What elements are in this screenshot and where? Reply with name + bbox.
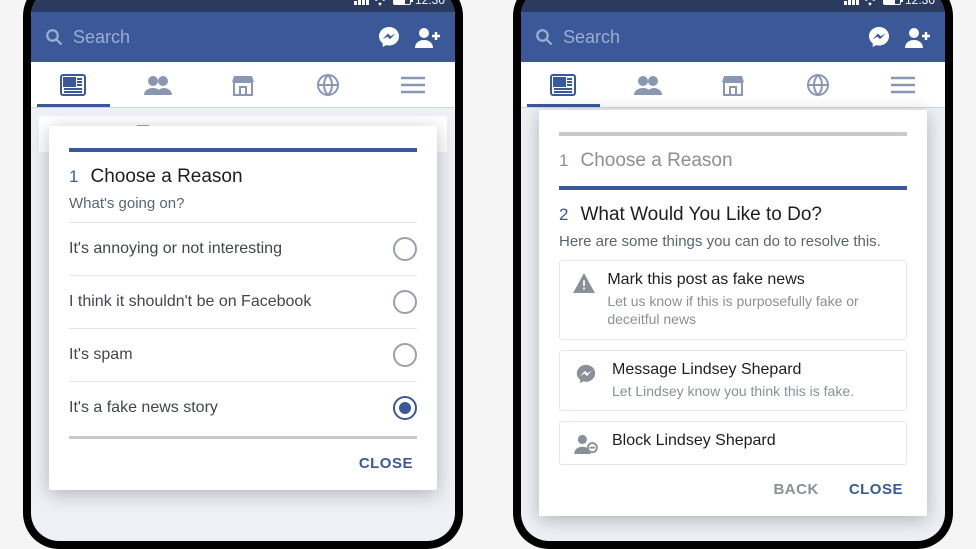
action-subtitle: Let Lindsey know you think this is fake. (612, 382, 854, 400)
wifi-icon (863, 0, 877, 6)
step1-title: Choose a Reason (580, 150, 732, 172)
battery-icon (883, 0, 901, 5)
close-button[interactable]: CLOSE (849, 481, 903, 498)
clock: 12:30 (415, 0, 445, 7)
phone-right: 12:30 Search 1 Choose a Reason (513, 0, 953, 549)
reason-option[interactable]: I think it shouldn't be on Facebook (69, 275, 417, 328)
status-bar: 12:30 (521, 0, 945, 12)
messenger-icon[interactable] (867, 25, 891, 49)
screen: 12:30 Search 1 Choose a Reason (521, 0, 945, 541)
radio-icon (393, 343, 417, 367)
warning-icon (572, 271, 595, 328)
step1-indicator (69, 148, 417, 152)
reason-option[interactable]: It's annoying or not interesting (69, 222, 417, 275)
reason-option[interactable]: It's a fake news story (69, 381, 417, 434)
step2-indicator (559, 186, 907, 190)
messenger-icon (572, 361, 600, 400)
screen: 12:30 Search Like Comment Share 1 (31, 0, 455, 541)
search-field[interactable]: Search (535, 27, 853, 48)
tab-friends[interactable] (116, 62, 201, 107)
search-icon (45, 28, 63, 46)
reason-option[interactable]: It's spam (69, 328, 417, 381)
tab-menu[interactable] (370, 62, 455, 107)
radio-icon (393, 237, 417, 261)
friend-add-icon[interactable] (415, 26, 441, 48)
step1-title: Choose a Reason (90, 166, 242, 188)
action-subtitle: Let us know if this is purposefully fake… (607, 292, 894, 328)
back-button[interactable]: BACK (773, 481, 818, 498)
wifi-icon (373, 0, 387, 6)
tab-marketplace[interactable] (201, 62, 286, 107)
action-message-user[interactable]: Message Lindsey Shepard Let Lindsey know… (559, 350, 907, 411)
reason-label: It's spam (69, 346, 133, 364)
status-bar: 12:30 (31, 0, 455, 12)
action-title: Mark this post as fake news (607, 271, 894, 289)
step1-subtitle: What's going on? (69, 194, 417, 214)
block-user-icon (572, 432, 600, 454)
signal-icon (844, 0, 859, 5)
search-field[interactable]: Search (45, 27, 363, 48)
tab-notifications[interactable] (775, 62, 860, 107)
friend-add-icon[interactable] (905, 26, 931, 48)
step1-indicator-done (559, 132, 907, 136)
tab-feed[interactable] (521, 62, 606, 107)
fb-header: Search (521, 12, 945, 62)
tab-bar (31, 62, 455, 108)
step2-title: What Would You Like to Do? (580, 204, 822, 226)
step2-number: 2 (559, 205, 568, 225)
tab-friends[interactable] (606, 62, 691, 107)
report-modal-step1: 1 Choose a Reason What's going on? It's … (49, 126, 437, 490)
action-title: Block Lindsey Shepard (612, 432, 776, 450)
action-mark-fake-news[interactable]: Mark this post as fake news Let us know … (559, 260, 907, 339)
step2-subtitle: Here are some things you can do to resol… (559, 232, 907, 252)
action-title: Message Lindsey Shepard (612, 361, 854, 379)
signal-icon (354, 0, 369, 5)
report-modal-step2: 1 Choose a Reason 2 What Would You Like … (539, 110, 927, 516)
radio-icon (393, 290, 417, 314)
reason-label: It's annoying or not interesting (69, 240, 282, 258)
battery-icon (393, 0, 411, 5)
tab-bar (521, 62, 945, 108)
tab-menu[interactable] (860, 62, 945, 107)
tab-marketplace[interactable] (691, 62, 776, 107)
reason-label: I think it shouldn't be on Facebook (69, 293, 311, 311)
tab-feed[interactable] (31, 62, 116, 107)
search-placeholder: Search (563, 27, 620, 48)
search-icon (535, 28, 553, 46)
step1-number: 1 (559, 151, 568, 171)
phone-left: 12:30 Search Like Comment Share 1 (23, 0, 463, 549)
messenger-icon[interactable] (377, 25, 401, 49)
reason-label: It's a fake news story (69, 399, 218, 417)
action-block-user[interactable]: Block Lindsey Shepard (559, 421, 907, 465)
clock: 12:30 (905, 0, 935, 7)
fb-header: Search (31, 12, 455, 62)
step1-number: 1 (69, 167, 78, 187)
tab-notifications[interactable] (285, 62, 370, 107)
radio-icon-selected (393, 396, 417, 420)
close-button[interactable]: CLOSE (359, 455, 413, 472)
search-placeholder: Search (73, 27, 130, 48)
